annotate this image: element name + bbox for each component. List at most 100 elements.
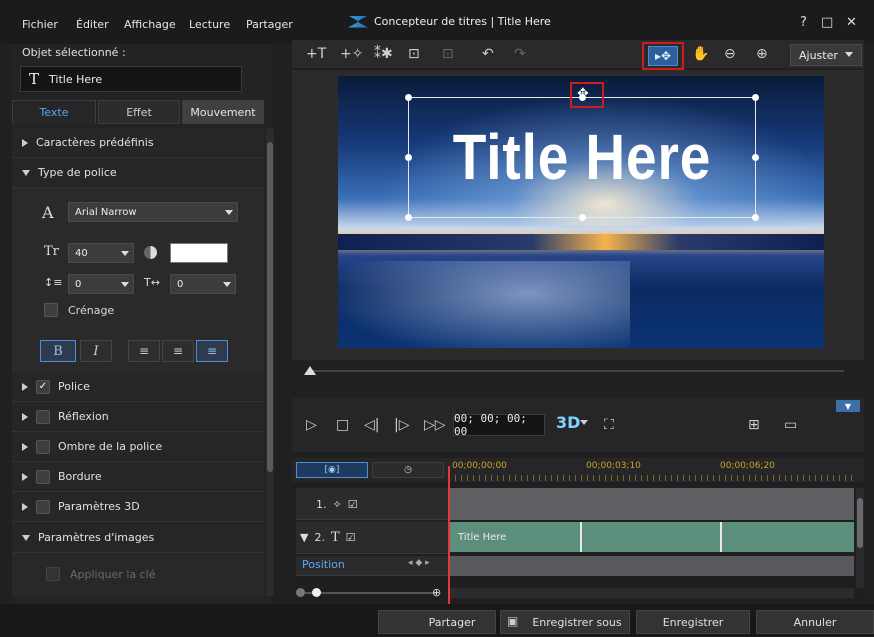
preview-seek-bar[interactable] <box>308 370 844 372</box>
save-as-button[interactable]: Enregistrer sous <box>500 610 630 634</box>
tab-mouvement[interactable]: Mouvement <box>182 100 264 124</box>
resize-handle[interactable] <box>752 94 759 101</box>
keyframe-nav-icon[interactable]: ◂ ◆ ▸ <box>408 558 430 568</box>
play-icon[interactable]: ▷ <box>306 417 317 433</box>
zoom-slider-thumb[interactable] <box>312 588 321 597</box>
add-effect-icon[interactable]: ⁑✱ <box>374 46 393 62</box>
font-family-select[interactable]: Arial Narrow <box>68 202 238 222</box>
close-button[interactable]: ✕ <box>846 15 857 30</box>
add-image-icon[interactable]: ⊡ <box>408 46 420 62</box>
add-text-icon[interactable]: +T <box>306 46 326 62</box>
align-center-button[interactable]: ≡ <box>162 340 194 362</box>
hand-icon[interactable]: ✋ <box>692 46 709 62</box>
previous-frame-icon[interactable]: ◁| <box>364 417 379 433</box>
chevron-down-icon[interactable] <box>580 420 588 425</box>
visibility-checkbox-icon[interactable]: ☑ <box>346 531 356 544</box>
section-parametres-3d[interactable]: Paramètres 3D <box>12 492 264 522</box>
section-police[interactable]: ✓ Police <box>12 372 264 402</box>
add-particle-icon[interactable]: +✧ <box>340 46 363 62</box>
tab-effet[interactable]: Effet <box>98 100 180 124</box>
seek-slider-icon[interactable] <box>304 366 316 375</box>
undo-icon[interactable]: ↶ <box>482 46 494 62</box>
timecode-field[interactable]: 00; 00; 00; 00 <box>453 412 545 438</box>
fast-forward-icon[interactable]: ▷▷ <box>424 417 446 433</box>
align-left-button[interactable]: ≡ <box>128 340 160 362</box>
position-track-lane[interactable] <box>449 556 854 576</box>
italic-button[interactable]: I <box>80 340 112 362</box>
kerning-checkbox[interactable]: Crénage <box>44 303 114 317</box>
3d-mode-button[interactable]: 3D <box>556 413 580 432</box>
maximize-button[interactable]: □ <box>821 15 833 30</box>
menu-lecture[interactable]: Lecture <box>189 18 230 31</box>
apply-key-checkbox[interactable]: Appliquer la clé <box>46 567 156 581</box>
zoom-out-icon[interactable]: ⊖ <box>724 46 736 62</box>
timeline-time-button[interactable]: ◷ <box>372 462 444 478</box>
resize-handle[interactable] <box>405 154 412 161</box>
cancel-button[interactable]: Annuler <box>756 610 874 634</box>
bold-button[interactable]: B <box>40 340 76 362</box>
checkbox-icon[interactable] <box>36 499 50 514</box>
section-reflexion[interactable]: Réflexion <box>12 402 264 432</box>
resize-handle[interactable] <box>752 214 759 221</box>
visibility-checkbox-icon[interactable]: ☑ <box>348 498 358 511</box>
checkbox-icon[interactable] <box>36 469 50 484</box>
selected-object-label: Objet sélectionné : <box>22 46 126 59</box>
section-caracteres-predefinis[interactable]: Caractères prédéfinis <box>12 128 264 158</box>
clip-keyframe-marker[interactable] <box>720 522 722 552</box>
menu-affichage[interactable]: Affichage <box>124 18 176 31</box>
help-button[interactable]: ? <box>800 15 807 30</box>
menu-partager[interactable]: Partager <box>246 18 293 31</box>
checkbox-icon[interactable] <box>36 409 50 424</box>
font-size-select[interactable]: 40 <box>68 243 134 263</box>
scrollbar-thumb[interactable] <box>267 142 273 472</box>
panel-scrollbar[interactable] <box>266 128 274 596</box>
scrollbar-thumb[interactable] <box>857 498 863 548</box>
next-frame-icon[interactable]: |▷ <box>394 417 409 433</box>
collapse-arrow-icon[interactable]: ▼ <box>300 531 308 544</box>
timeline-mode-button[interactable]: [◉] <box>296 462 368 478</box>
display-ratio-icon[interactable]: ▭ <box>784 417 797 433</box>
resize-handle[interactable] <box>579 214 586 221</box>
track-number: 2. <box>314 531 325 544</box>
expand-panel-button[interactable]: ▼ <box>836 400 860 412</box>
zoom-in-icon[interactable]: ⊕ <box>432 586 441 599</box>
zoom-in-icon[interactable]: ⊕ <box>756 46 768 62</box>
section-type-de-police[interactable]: Type de police <box>12 158 264 188</box>
resize-handle[interactable] <box>405 214 412 221</box>
section-label: Ombre de la police <box>58 440 163 453</box>
menu-fichier[interactable]: Fichier <box>22 18 58 31</box>
timeline-playhead[interactable] <box>448 466 450 604</box>
color-picker-icon[interactable] <box>144 246 157 259</box>
stop-icon[interactable]: □ <box>336 417 349 433</box>
resize-handle[interactable] <box>752 154 759 161</box>
align-right-button[interactable]: ≡ <box>196 340 228 362</box>
safe-zone-icon[interactable]: ⊞ <box>748 417 760 433</box>
zoom-fit-select[interactable]: Ajuster <box>790 44 862 66</box>
window-title: Concepteur de titres | Title Here <box>348 15 551 28</box>
section-bordure[interactable]: Bordure <box>12 462 264 492</box>
section-ombre-police[interactable]: Ombre de la police <box>12 432 264 462</box>
track-1-lane[interactable] <box>449 488 854 520</box>
font-color-swatch[interactable] <box>170 243 228 263</box>
clip-keyframe-marker[interactable] <box>580 522 582 552</box>
section-parametres-images[interactable]: Paramètres d'images <box>12 523 264 553</box>
timeline-ruler[interactable] <box>449 475 854 481</box>
title-selection-box[interactable] <box>408 97 756 218</box>
redo-icon[interactable]: ↷ <box>514 46 526 62</box>
line-spacing-select[interactable]: 0 <box>68 274 134 294</box>
share-button[interactable]: Partager <box>378 610 496 634</box>
menu-editer[interactable]: Éditer <box>76 18 109 31</box>
tab-texte[interactable]: Texte <box>12 100 96 124</box>
save-button[interactable]: Enregistrer <box>636 610 750 634</box>
checkbox-icon[interactable] <box>36 439 50 454</box>
add-background-icon[interactable]: ⊡ <box>442 46 454 62</box>
checkbox-checked-icon[interactable]: ✓ <box>36 379 50 394</box>
timeline-hscrollbar[interactable] <box>449 588 854 598</box>
resize-handle[interactable] <box>405 94 412 101</box>
fullscreen-icon[interactable]: ⛶ <box>604 417 614 433</box>
title-clip[interactable]: Title Here <box>450 522 854 552</box>
selected-object-field[interactable]: T Title Here <box>20 66 242 92</box>
char-spacing-select[interactable]: 0 <box>170 274 236 294</box>
zoom-out-icon[interactable] <box>296 588 305 597</box>
keyframe-icon: [◉] <box>324 465 340 475</box>
